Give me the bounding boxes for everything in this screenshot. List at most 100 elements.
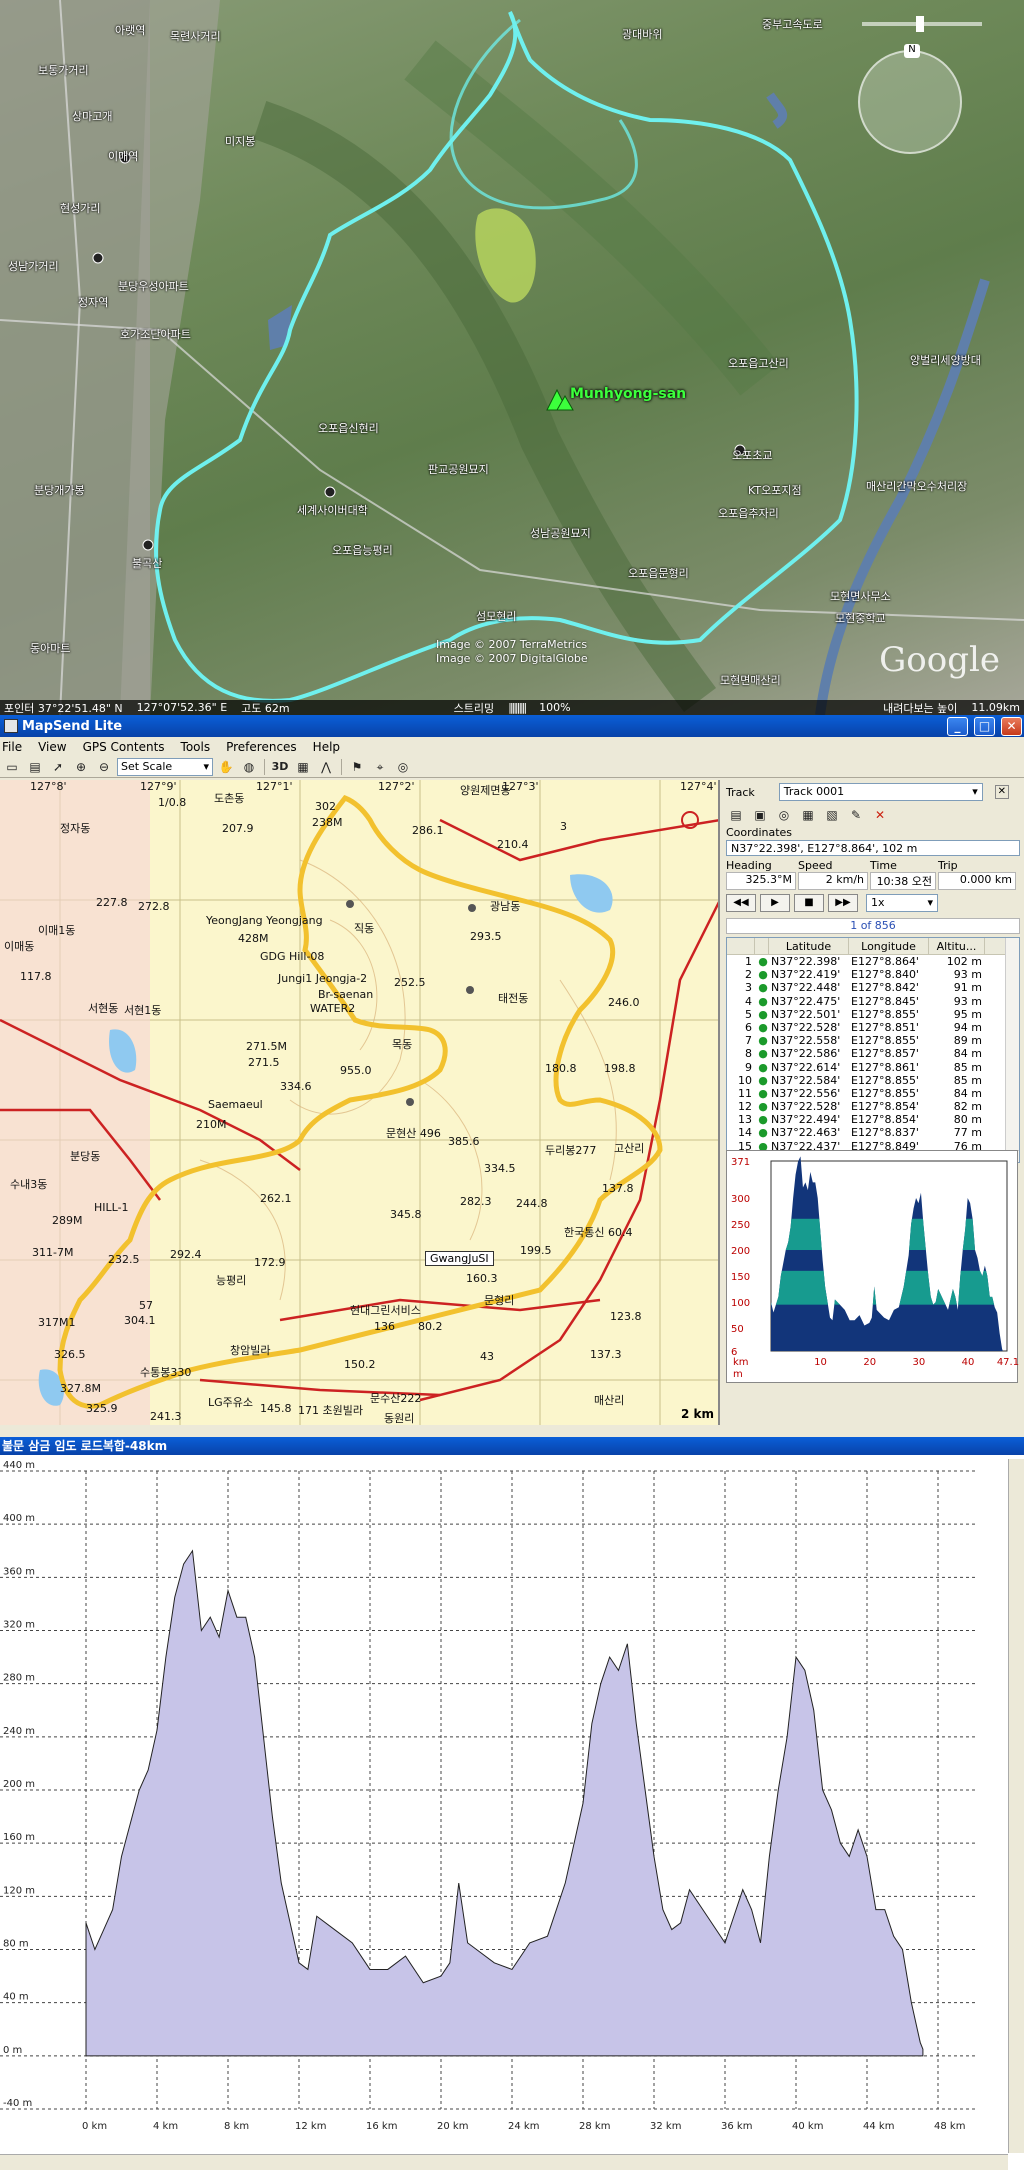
place-label: 세계사이버대학	[297, 504, 368, 517]
status-dot-icon: ●	[758, 1060, 768, 1074]
place-label: 상마고개	[72, 110, 113, 123]
table-row[interactable]: 2 ● N37°22.419' E127°8.840' 93 m	[727, 968, 1019, 981]
table-row[interactable]: 3 ● N37°22.448' E127°8.842' 91 m	[727, 981, 1019, 994]
open-folder-icon[interactable]: ▤	[25, 758, 45, 776]
x-tick-label: 40 km	[792, 2121, 823, 2132]
y-tick-label: 320 m	[3, 1620, 35, 1631]
zoom-in-icon[interactable]: ⊕	[71, 758, 91, 776]
pan-hand-icon[interactable]: ✋	[216, 758, 236, 776]
3d-view-button[interactable]: 3D	[270, 758, 290, 776]
column-longitude[interactable]: Longitude	[849, 938, 929, 955]
lake	[570, 874, 613, 913]
properties-icon[interactable]: ▧	[822, 806, 842, 824]
table-vertical-scrollbar[interactable]	[1005, 938, 1019, 1162]
table-row[interactable]: 12 ● N37°22.528' E127°8.854' 82 m	[727, 1100, 1019, 1113]
north-indicator[interactable]: N	[904, 44, 920, 58]
globe-icon[interactable]: ◍	[239, 758, 259, 776]
table-row[interactable]: 6 ● N37°22.528' E127°8.851' 94 m	[727, 1021, 1019, 1034]
menu-help[interactable]: Help	[313, 740, 340, 754]
menu-file[interactable]: File	[2, 740, 22, 754]
status-dot-icon: ●	[758, 1086, 768, 1100]
column-latitude[interactable]: Latitude	[769, 938, 849, 955]
profile-vertical-scrollbar[interactable]	[1008, 1459, 1024, 2153]
delete-icon[interactable]: ✕	[870, 806, 890, 824]
maximize-button[interactable]: □	[974, 716, 995, 736]
menu-preferences[interactable]: Preferences	[226, 740, 297, 754]
menu-view[interactable]: View	[38, 740, 66, 754]
status-dot-icon: ●	[758, 1113, 768, 1127]
map-label: 수내3동	[10, 1178, 48, 1191]
table-row[interactable]: 8 ● N37°22.586' E127°8.857' 84 m	[727, 1047, 1019, 1060]
window-titlebar[interactable]: MapSend Lite _ □ ✕	[0, 715, 1024, 737]
table-row[interactable]: 7 ● N37°22.558' E127°8.855' 89 m	[727, 1034, 1019, 1047]
map-label: 334.5	[484, 1162, 516, 1175]
map-label: 127°1'	[256, 780, 293, 793]
status-dot-icon: ●	[758, 955, 768, 968]
app-icon	[4, 719, 18, 733]
edit-pencil-icon[interactable]: ✎	[846, 806, 866, 824]
mini-x-tick: 47.15	[997, 1357, 1019, 1368]
table-row[interactable]: 1 ● N37°22.398' E127°8.864' 102 m	[727, 955, 1019, 968]
zoom-slider[interactable]	[862, 16, 982, 32]
table-row[interactable]: 13 ● N37°22.494' E127°8.854' 80 m	[727, 1113, 1019, 1126]
trackpoint-table[interactable]: Latitude Longitude Altitu... 1 ● N37°22.39…	[726, 937, 1020, 1163]
playback-speed-select[interactable]: 1x ▾	[866, 894, 938, 912]
measure-icon[interactable]: ⌖	[370, 758, 390, 776]
streaming-percent: 100%	[539, 701, 571, 714]
find-icon[interactable]: ◎	[774, 806, 794, 824]
map-label: 317M1	[38, 1316, 76, 1329]
map-label: 문수산222	[370, 1392, 422, 1405]
stop-button[interactable]: ■	[794, 894, 824, 912]
open-track-icon[interactable]: ▤	[726, 806, 746, 824]
menu-tools[interactable]: Tools	[181, 740, 211, 754]
waypoint-flag-icon[interactable]: ⚑	[347, 758, 367, 776]
table-row[interactable]: 4 ● N37°22.475' E127°8.845' 93 m	[727, 995, 1019, 1008]
map-label: 137.3	[590, 1348, 622, 1361]
pointer-tool-icon[interactable]: ➚	[48, 758, 68, 776]
table-row[interactable]: 5 ● N37°22.501' E127°8.855' 95 m	[727, 1008, 1019, 1021]
binoculars-icon[interactable]: ◎	[393, 758, 413, 776]
mini-y-tick: 50	[731, 1324, 744, 1335]
map-label: 272.8	[138, 900, 170, 913]
table-row[interactable]: 11 ● N37°22.556' E127°8.855' 84 m	[727, 1087, 1019, 1100]
topo-map-view[interactable]: 127°8' 127°9' 127°1' 127°2' 127°3' 127°4…	[0, 780, 720, 1425]
table-row[interactable]: 10 ● N37°22.584' E127°8.855' 85 m	[727, 1074, 1019, 1087]
map-label: 199.5	[520, 1244, 552, 1257]
route-icon[interactable]: ⋀	[316, 758, 336, 776]
map-label: 244.8	[516, 1197, 548, 1210]
latitude-cell: N37°22.448'	[771, 981, 841, 995]
minimize-button[interactable]: _	[947, 716, 968, 736]
peak-label[interactable]: Munhyong-san	[570, 386, 686, 402]
rewind-button[interactable]: ◀◀	[726, 894, 756, 912]
satellite-map-view[interactable]: 아랫역 목련사거리 보통가거리 상마고개 이매역 현성가리 성남가거리 분당우성…	[0, 0, 1024, 715]
play-button[interactable]: ▶	[760, 894, 790, 912]
y-tick-label: 120 m	[3, 1885, 35, 1896]
map-label: 43	[480, 1350, 494, 1363]
poi-dot	[406, 1098, 414, 1106]
map-label: 246.0	[608, 996, 640, 1009]
zoom-out-icon[interactable]: ⊖	[94, 758, 114, 776]
topo-map-svg	[0, 780, 718, 1425]
column-altitude[interactable]: Altitu...	[929, 938, 985, 955]
zoom-slider-knob[interactable]	[916, 16, 924, 32]
map-label: 127°4'	[680, 780, 717, 793]
mini-x-tick: 40	[962, 1357, 975, 1368]
new-icon[interactable]: ▭	[2, 758, 22, 776]
menu-gps-contents[interactable]: GPS Contents	[83, 740, 165, 754]
place-label: 호가조단아파트	[120, 328, 191, 341]
place-label: 보통가거리	[38, 64, 89, 77]
close-panel-button[interactable]: ✕	[994, 785, 1009, 799]
close-button[interactable]: ✕	[1001, 716, 1022, 736]
table-row[interactable]: 9 ● N37°22.614' E127°8.861' 85 m	[727, 1061, 1019, 1074]
latitude-cell: N37°22.528'	[771, 1100, 841, 1114]
navigation-compass-control[interactable]: N	[858, 44, 962, 154]
scale-select[interactable]: Set Scale ▾	[117, 757, 213, 776]
elevation-chart-icon[interactable]: ▦	[293, 758, 313, 776]
image-icon[interactable]: ▦	[798, 806, 818, 824]
place-label: 모현면사무소	[830, 590, 891, 603]
save-track-icon[interactable]: ▣	[750, 806, 770, 824]
track-select[interactable]: Track 0001 ▾	[778, 783, 983, 801]
profile-horizontal-scrollbar[interactable]	[0, 2154, 1008, 2170]
table-row[interactable]: 14 ● N37°22.463' E127°8.837' 77 m	[727, 1126, 1019, 1139]
fast-forward-button[interactable]: ▶▶	[828, 894, 858, 912]
